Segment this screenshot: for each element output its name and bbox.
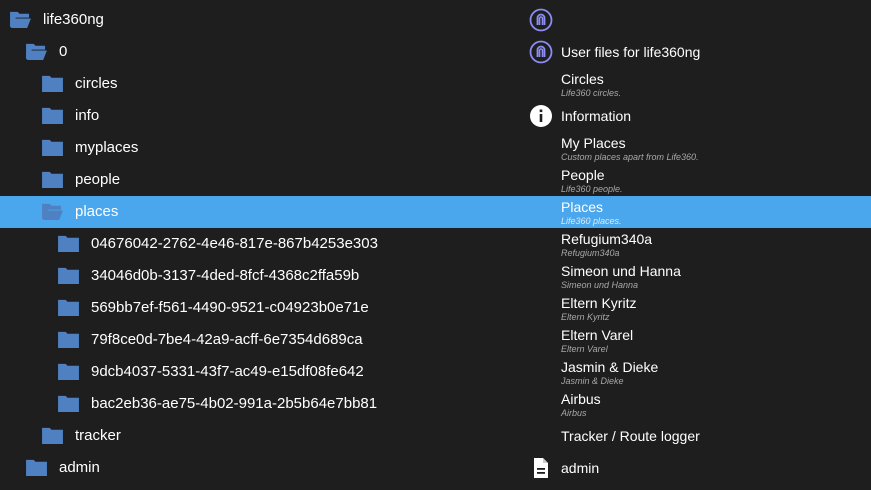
object-description: Life360 people. xyxy=(561,184,623,194)
object-title: Airbus xyxy=(561,391,601,407)
tree-item-label: 04676042-2762-4e46-817e-867b4253e303 xyxy=(91,235,378,252)
tree-row[interactable]: 79f8ce0d-7be4-42a9-acff-6e7354d689ca Elte… xyxy=(0,324,871,356)
object-title: Jasmin & Dieke xyxy=(561,359,659,375)
tree-item-label: circles xyxy=(75,75,118,92)
object-title: Tracker / Route logger xyxy=(561,428,700,444)
tree-row[interactable]: 9dcb4037-5331-43f7-ac49-e15df08fe642 Jasm… xyxy=(0,356,871,388)
tree-row[interactable]: places Places Life360 places. xyxy=(0,196,871,228)
object-title: Eltern Varel xyxy=(561,327,634,343)
object-title: User files for life360ng xyxy=(561,44,701,60)
tree-item-label: 569bb7ef-f561-4490-9521-c04923b0e71e xyxy=(91,299,369,316)
tree-row[interactable]: people People Life360 people. xyxy=(0,164,871,196)
tree-item-label: life360ng xyxy=(43,11,104,28)
object-title: Information xyxy=(561,108,632,124)
tree-item-label: 0 xyxy=(59,43,68,60)
object-title: Circles xyxy=(561,71,604,87)
folder-icon xyxy=(41,74,64,93)
folder-open-icon xyxy=(41,202,64,221)
tree-row[interactable]: info Information xyxy=(0,100,871,132)
folder-icon xyxy=(57,362,80,381)
object-description: Eltern Varel xyxy=(561,344,608,354)
file-icon xyxy=(529,456,553,480)
tree-item-label: bac2eb36-ae75-4b02-991a-2b5b64e7bb81 xyxy=(91,395,378,412)
tree-item-label: tracker xyxy=(75,427,121,444)
tree-row[interactable]: life360ng xyxy=(0,4,871,36)
object-description: Airbus xyxy=(561,408,587,418)
object-title: Eltern Kyritz xyxy=(561,295,637,311)
tree-item-label: people xyxy=(75,171,121,188)
object-title: admin xyxy=(561,460,600,476)
tree-item-label: 9dcb4037-5331-43f7-ac49-e15df08fe642 xyxy=(91,363,364,380)
tree-row[interactable]: admin admin xyxy=(0,452,871,484)
object-description: Eltern Kyritz xyxy=(561,312,610,322)
tree-item-label: admin xyxy=(59,459,100,476)
tree-item-label: 79f8ce0d-7be4-42a9-acff-6e7354d689ca xyxy=(91,331,363,348)
folder-icon xyxy=(41,138,64,157)
folder-icon xyxy=(57,298,80,317)
tree-row[interactable]: 34046d0b-3137-4ded-8fcf-4368c2ffa59b Sime… xyxy=(0,260,871,292)
tree-row[interactable]: circles Circles Life360 circles. xyxy=(0,68,871,100)
tree-item-label: places xyxy=(75,203,119,220)
tree-item-label: 34046d0b-3137-4ded-8fcf-4368c2ffa59b xyxy=(91,267,360,284)
object-description: Refugium340a xyxy=(561,248,620,258)
folder-icon xyxy=(41,106,64,125)
object-description: Simeon und Hanna xyxy=(561,280,639,290)
object-title: Refugium340a xyxy=(561,231,653,247)
folder-icon xyxy=(41,426,64,445)
object-description: Jasmin & Dieke xyxy=(561,376,624,386)
tree-row[interactable]: 569bb7ef-f561-4490-9521-c04923b0e71e Elte… xyxy=(0,292,871,324)
folder-icon xyxy=(57,330,80,349)
object-description: Custom places apart from Life360. xyxy=(561,152,699,162)
object-title: My Places xyxy=(561,135,626,151)
folder-icon xyxy=(41,170,64,189)
life360-logo-icon xyxy=(529,8,553,32)
tree-row[interactable]: 0 User files for life360ng xyxy=(0,36,871,68)
tree-row[interactable]: 04676042-2762-4e46-817e-867b4253e303 Refu… xyxy=(0,228,871,260)
tree-item-label: info xyxy=(75,107,100,124)
life360-logo-icon xyxy=(529,40,553,64)
info-icon xyxy=(529,104,553,128)
tree-item-label: myplaces xyxy=(75,139,139,156)
object-description: Life360 places. xyxy=(561,216,622,226)
folder-icon xyxy=(25,458,48,477)
tree-row[interactable]: myplaces My Places Custom places apart fro… xyxy=(0,132,871,164)
object-title: Simeon und Hanna xyxy=(561,263,681,279)
folder-open-icon xyxy=(9,10,32,29)
tree-row[interactable]: bac2eb36-ae75-4b02-991a-2b5b64e7bb81 Airb… xyxy=(0,388,871,420)
folder-icon xyxy=(57,394,80,413)
folder-open-icon xyxy=(25,42,48,61)
object-description: Life360 circles. xyxy=(561,88,622,98)
tree-row[interactable]: tracker Tracker / Route logger xyxy=(0,420,871,452)
folder-icon xyxy=(57,266,80,285)
folder-icon xyxy=(57,234,80,253)
object-title: People xyxy=(561,167,605,183)
object-title: Places xyxy=(561,199,604,215)
